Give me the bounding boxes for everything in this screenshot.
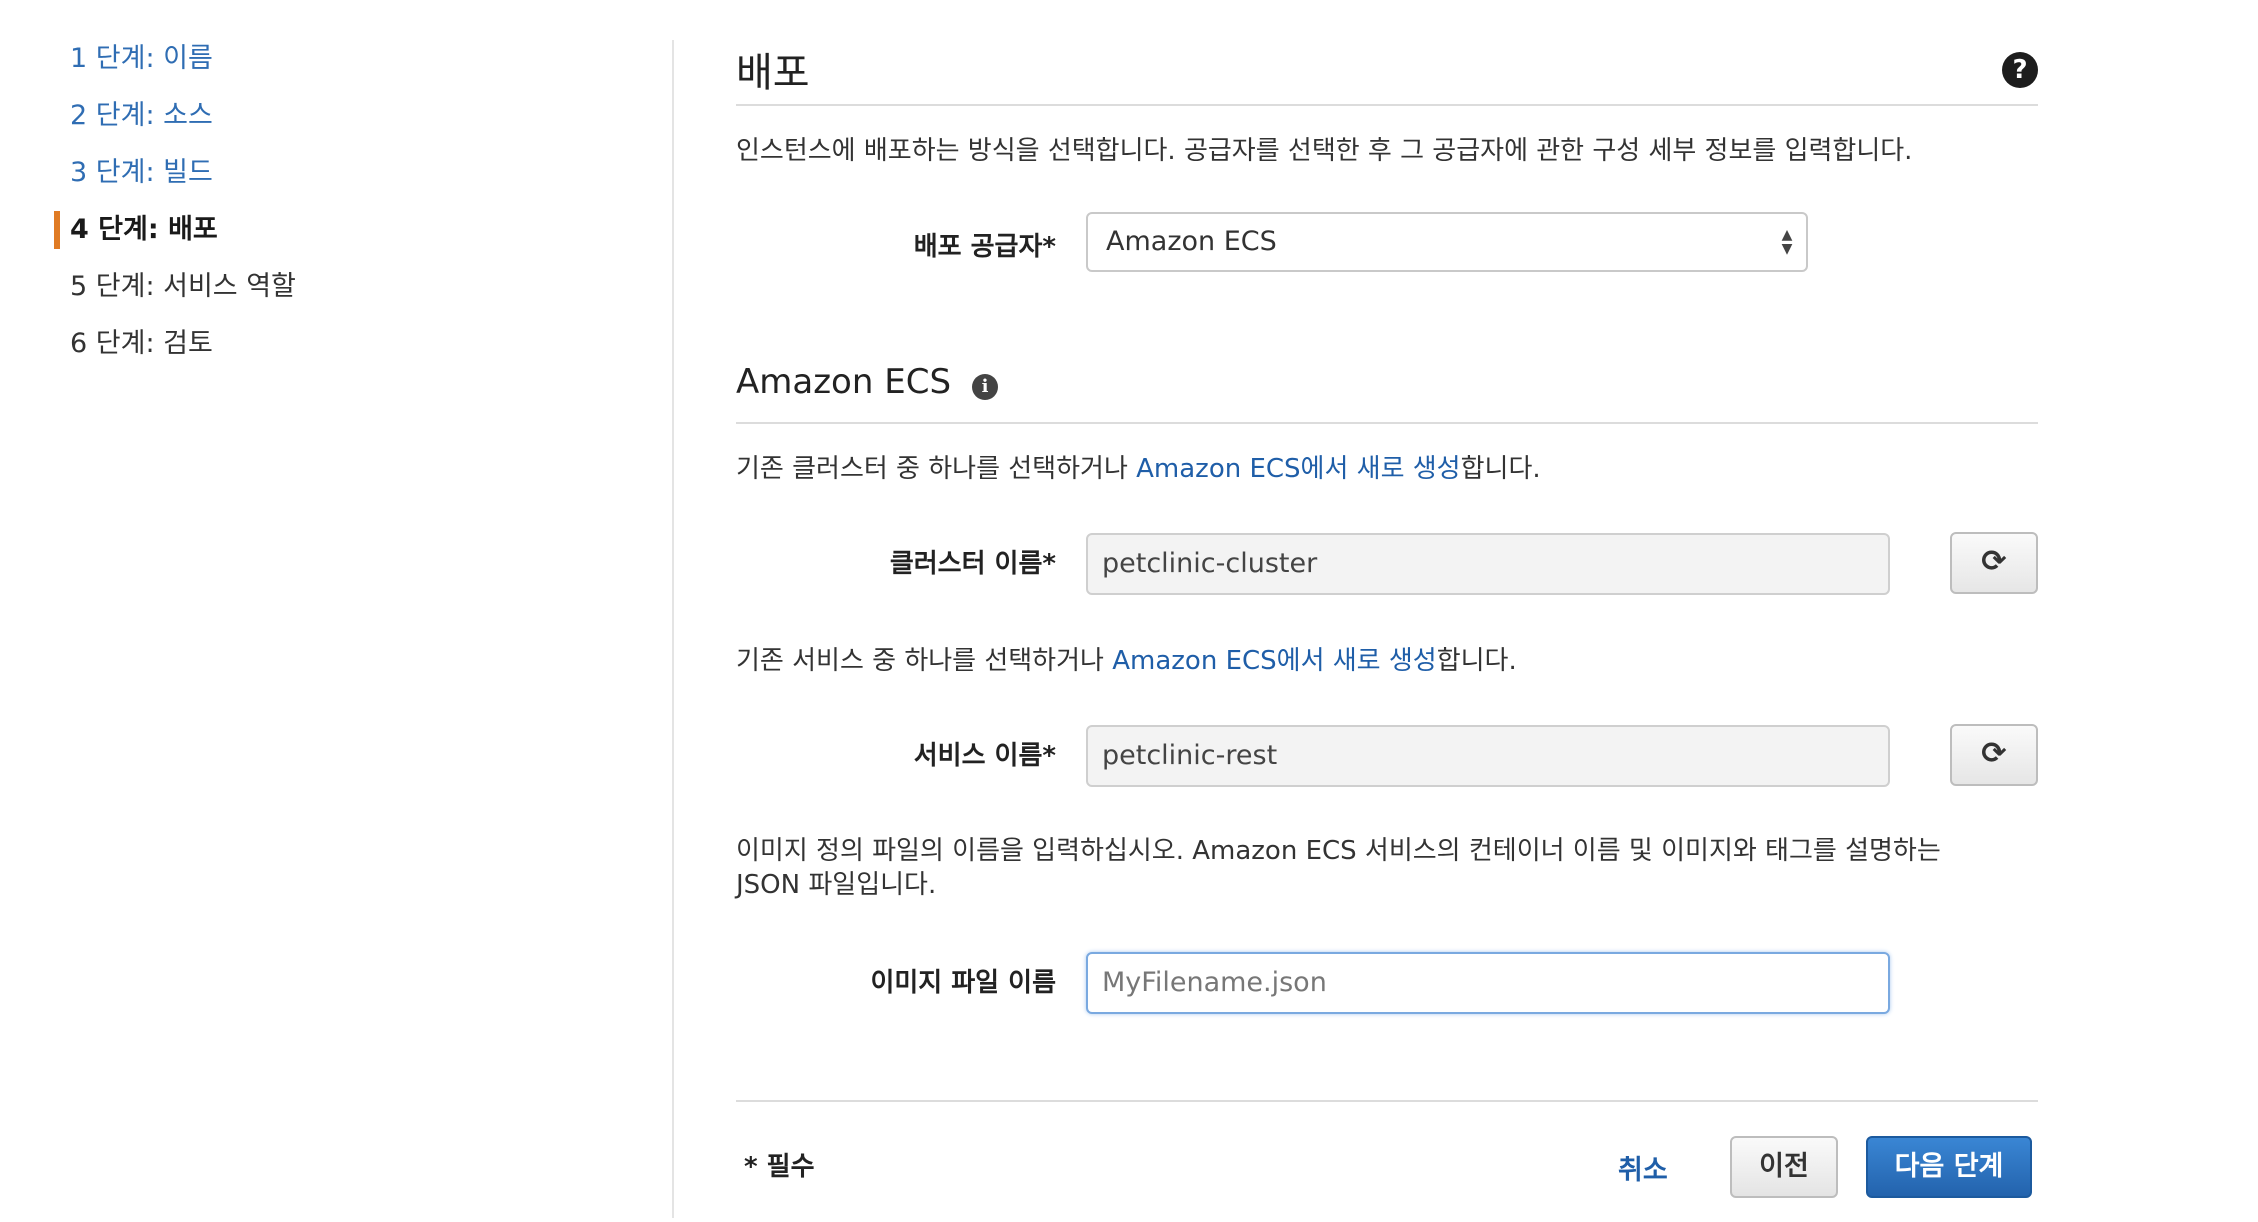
cluster-desc-suffix: 합니다. [1460, 454, 1541, 484]
image-desc-line1: 이미지 정의 파일의 이름을 입력하십시오. Amazon ECS 서비스의 컨… [736, 836, 1941, 866]
cluster-desc-text: 기존 클러스터 중 하나를 선택하거나 [736, 454, 1137, 484]
question-circle-icon[interactable]: ? [2002, 52, 2038, 88]
step-build[interactable]: 3 단계: 빌드 [52, 152, 612, 209]
step-source[interactable]: 2 단계: 소스 [52, 95, 612, 152]
section-divider [736, 422, 2038, 424]
image-desc-line2: JSON 파일입니다. [736, 870, 937, 900]
step-deploy-current: 4 단계: 배포 [52, 209, 612, 266]
vertical-divider [672, 40, 674, 1218]
create-service-link[interactable]: Amazon ECS에서 새로 생성 [1112, 646, 1436, 676]
refresh-icon: ⟳ [1981, 736, 2007, 771]
image-file-label: 이미지 파일 이름 [870, 968, 1056, 998]
ecs-section-title: Amazon ECS [736, 362, 952, 402]
service-desc-suffix: 합니다. [1436, 646, 1517, 676]
cluster-refresh-button[interactable]: ⟳ [1950, 532, 2038, 594]
service-name-input[interactable]: petclinic-rest [1086, 725, 1890, 787]
cluster-name-input[interactable]: petclinic-cluster [1086, 533, 1890, 595]
page-title: 배포 [736, 50, 810, 96]
step-name[interactable]: 1 단계: 이름 [52, 38, 612, 95]
step-review: 6 단계: 검토 [70, 328, 213, 359]
page-description: 인스턴스에 배포하는 방식을 선택합니다. 공급자를 선택한 후 그 공급자에 … [736, 136, 1913, 166]
image-description: 이미지 정의 파일의 이름을 입력하십시오. Amazon ECS 서비스의 컨… [736, 834, 1941, 902]
refresh-icon: ⟳ [1981, 544, 2007, 579]
select-arrows-icon: ▲ ▼ [1781, 227, 1793, 257]
main-panel: 배포 ? 인스턴스에 배포하는 방식을 선택합니다. 공급자를 선택한 후 그 … [736, 0, 2038, 1222]
next-step-button[interactable]: 다음 단계 [1866, 1136, 2032, 1198]
provider-select-value: Amazon ECS [1106, 226, 1277, 257]
image-file-input[interactable]: MyFilename.json [1086, 952, 1890, 1014]
step-service-role: 5 단계: 서비스 역할 [70, 271, 296, 302]
previous-button[interactable]: 이전 [1730, 1136, 1838, 1198]
info-icon[interactable]: i [972, 374, 998, 400]
cluster-description: 기존 클러스터 중 하나를 선택하거나 Amazon ECS에서 새로 생성합니… [736, 452, 1541, 486]
service-description: 기존 서비스 중 하나를 선택하거나 Amazon ECS에서 새로 생성합니다… [736, 644, 1517, 678]
provider-label: 배포 공급자* [913, 232, 1056, 262]
service-desc-text: 기존 서비스 중 하나를 선택하거나 [736, 646, 1113, 676]
provider-select[interactable]: Amazon ECS ▲ ▼ [1086, 212, 1808, 272]
create-cluster-link[interactable]: Amazon ECS에서 새로 생성 [1136, 454, 1460, 484]
required-note: * 필수 [744, 1152, 815, 1182]
title-divider [736, 104, 2038, 106]
wizard-steps: 1 단계: 이름 2 단계: 소스 3 단계: 빌드 4 단계: 배포 5 단계… [52, 38, 612, 380]
service-label: 서비스 이름* [913, 741, 1056, 771]
service-refresh-button[interactable]: ⟳ [1950, 724, 2038, 786]
cluster-label: 클러스터 이름* [889, 549, 1056, 579]
cancel-link[interactable]: 취소 [1618, 1148, 1668, 1187]
footer-divider [736, 1100, 2038, 1102]
